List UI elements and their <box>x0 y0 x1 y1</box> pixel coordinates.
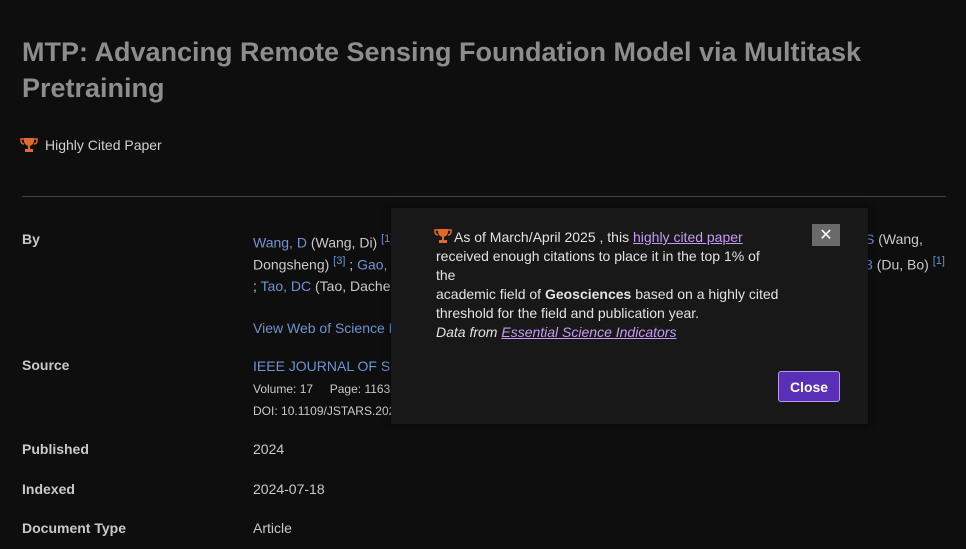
popup-text: academic field of <box>436 286 545 302</box>
field-name: Geosciences <box>544 286 632 302</box>
published-label: Published <box>22 441 89 457</box>
source-label: Source <box>22 357 70 373</box>
page-title: MTP: Advancing Remote Sensing Foundation… <box>22 37 862 103</box>
affiliation-ref[interactable]: [1] <box>933 255 945 267</box>
popup-message: As of March/April 2025 , this highly cit… <box>436 228 781 323</box>
divider <box>22 196 946 197</box>
popup-text: threshold for the field and publication … <box>436 305 700 321</box>
document-type-label: Document Type <box>22 520 126 536</box>
author-link-wang-d[interactable]: Wang, D <box>253 235 307 251</box>
indexed-label: Indexed <box>22 481 75 497</box>
view-researcher-link[interactable]: View Web of Science Re <box>253 320 407 336</box>
data-source: Data from Essential Science Indicators <box>436 324 676 340</box>
author-fullname: (Du, Bo) <box>876 256 929 273</box>
separator: ; <box>349 256 354 273</box>
separator: ; <box>253 278 257 294</box>
page-label: Page: <box>329 382 362 396</box>
highly-cited-badge[interactable]: Highly Cited Paper <box>20 136 162 154</box>
highly-cited-popup: As of March/April 2025 , this highly cit… <box>391 208 868 424</box>
author-fullname: Dongsheng) <box>253 256 330 273</box>
doi-value: 10.1109/JSTARS.2024 <box>281 404 402 418</box>
volume-label: Volume: <box>253 382 297 396</box>
by-label: By <box>22 231 40 247</box>
affiliation-ref[interactable]: [3] <box>333 255 345 267</box>
volume-value: 17 <box>299 382 314 396</box>
doi: DOI: 10.1109/JSTARS.2024 <box>253 404 402 418</box>
esi-link[interactable]: Essential Science Indicators <box>501 324 676 340</box>
author-link-tao[interactable]: Tao, DC <box>261 278 312 294</box>
trophy-icon <box>20 138 38 152</box>
highly-cited-paper-link[interactable]: highly cited paper <box>633 229 743 245</box>
doi-label: DOI: <box>253 404 278 418</box>
popup-text: As of March/April 2025 , this <box>454 229 633 245</box>
volume-page: Volume: 17 Page: 11632 <box>253 382 397 396</box>
published-value: 2024 <box>253 441 285 457</box>
close-button[interactable]: Close <box>778 371 840 402</box>
author-fullname: (Wang, <box>878 231 923 247</box>
popup-text: based on a highly cited <box>631 286 779 302</box>
data-from-label: Data from <box>436 324 502 340</box>
popup-text: received enough citations to place it in… <box>436 248 760 283</box>
badge-label: Highly Cited Paper <box>45 137 162 153</box>
close-icon[interactable]: ✕ <box>812 224 840 246</box>
document-type-value: Article <box>253 520 292 536</box>
author-fullname: (Wang, Di) <box>310 234 378 251</box>
indexed-value: 2024-07-18 <box>253 481 325 497</box>
